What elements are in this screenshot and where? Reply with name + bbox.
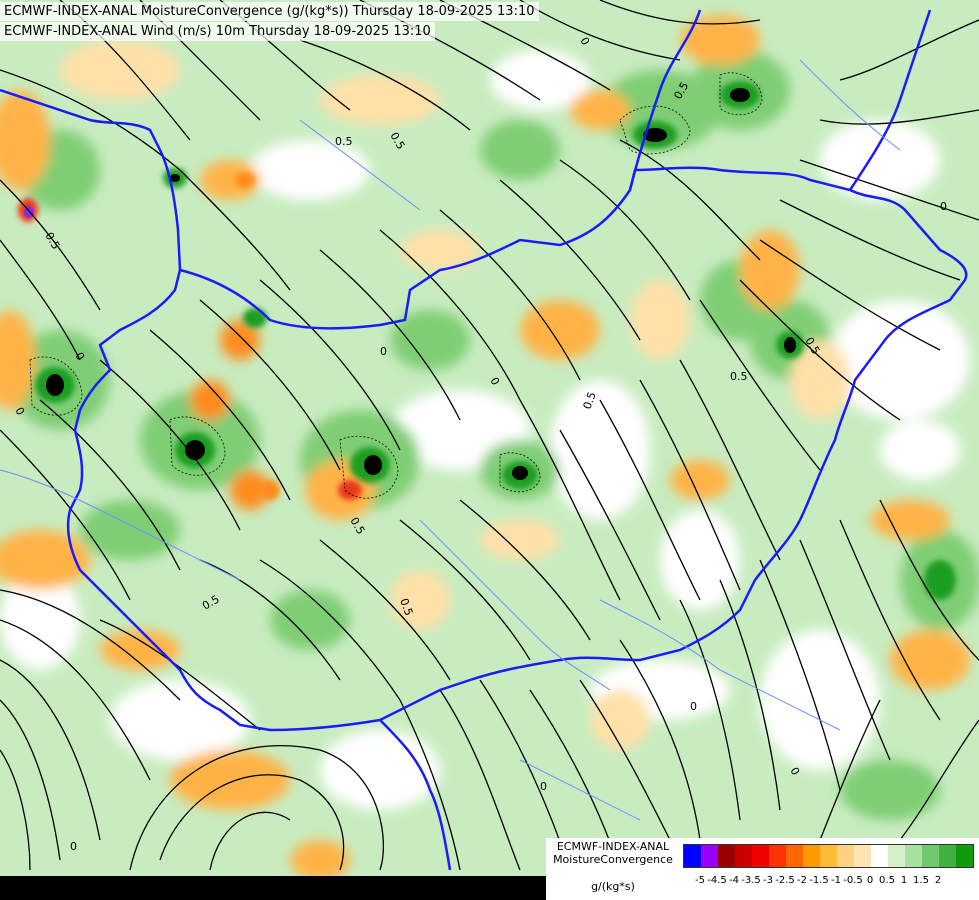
legend-tick-label: 0 — [866, 875, 874, 886]
legend-title: ECMWF-INDEX-ANAL MoistureConvergence — [546, 840, 680, 866]
legend-swatch — [701, 845, 718, 867]
legend-parameter: MoistureConvergence — [553, 853, 673, 866]
legend-tick-label: -1 — [831, 875, 841, 886]
contour-label: 0 — [70, 840, 77, 853]
legend-swatch — [939, 845, 956, 867]
moisture-convergence-map: 0.5 0 0.5 0 0.5 0 0.5 0 0.5 0 0.5 0 0.5 … — [0, 0, 979, 900]
legend-swatch — [735, 845, 752, 867]
legend-color-bar — [683, 844, 974, 868]
legend-swatch — [871, 845, 888, 867]
legend-swatch — [905, 845, 922, 867]
legend-swatch — [888, 845, 905, 867]
contour-label: 0.5 — [730, 370, 748, 383]
legend-tick-label: 1 — [900, 875, 908, 886]
legend-swatch — [854, 845, 871, 867]
map-title-wind: ECMWF-INDEX-ANAL Wind (m/s) 10m Thursday… — [0, 22, 435, 41]
legend-swatch — [956, 845, 973, 867]
legend-swatch — [769, 845, 786, 867]
legend-tick-label: -0.5 — [843, 875, 863, 886]
legend-tick-label: -2.5 — [775, 875, 795, 886]
legend-swatch — [803, 845, 820, 867]
legend-tick-label: -3 — [763, 875, 773, 886]
legend-swatch — [684, 845, 701, 867]
contour-label: 0 — [690, 700, 697, 713]
legend-model: ECMWF-INDEX-ANAL — [556, 840, 670, 853]
legend-tick-label: 1.5 — [913, 875, 929, 886]
legend-tick-label: 0.5 — [879, 875, 895, 886]
legend-tick-label: -4.5 — [707, 875, 727, 886]
contour-label: 0.5 — [335, 135, 353, 148]
legend-swatch — [922, 845, 939, 867]
contour-label: 0 — [540, 780, 547, 793]
legend-swatch — [837, 845, 854, 867]
contour-label: 0 — [940, 200, 947, 213]
legend-tick-label: -2 — [797, 875, 807, 886]
legend-tick-labels: -5 -4.5 -4 -3.5 -3 -2.5 -2 -1.5 -1 -0.5 0 0.5 1 1.5 2 — [683, 875, 973, 889]
legend-swatch — [786, 845, 803, 867]
legend-swatch — [820, 845, 837, 867]
legend-tick-label: -4 — [729, 875, 739, 886]
legend-swatch — [718, 845, 735, 867]
legend-tick-label: -3.5 — [741, 875, 761, 886]
contour-label: 0 — [380, 345, 387, 358]
legend-tick-label: -1.5 — [809, 875, 829, 886]
legend-tick-label: -5 — [695, 875, 705, 886]
color-legend: ECMWF-INDEX-ANAL MoistureConvergence g/(… — [546, 838, 979, 900]
legend-swatch — [752, 845, 769, 867]
legend-units: g/(kg*s) — [591, 880, 635, 893]
legend-tick-label: 2 — [934, 875, 942, 886]
map-title-moisture-convergence: ECMWF-INDEX-ANAL MoistureConvergence (g/… — [0, 2, 539, 21]
